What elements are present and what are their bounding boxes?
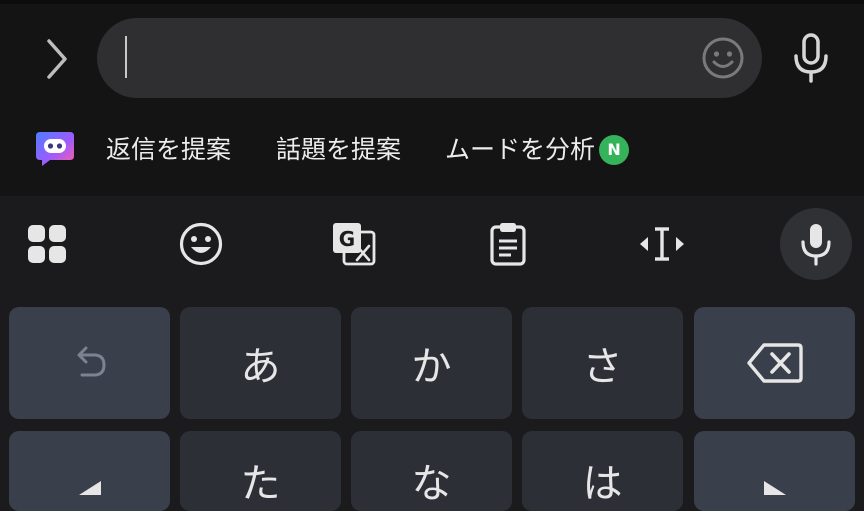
cursor-left-key[interactable] — [9, 431, 170, 511]
clipboard-icon — [490, 223, 526, 266]
message-input[interactable] — [97, 18, 762, 98]
cursor-right-key[interactable] — [694, 431, 855, 511]
undo-key[interactable] — [9, 307, 170, 419]
translate-button[interactable]: G — [328, 218, 380, 270]
backspace-icon — [746, 343, 803, 383]
key-ta[interactable]: た — [180, 431, 341, 511]
mic-icon — [801, 224, 831, 266]
key-na[interactable]: な — [351, 431, 512, 511]
smiley-icon — [702, 37, 744, 79]
expand-chevron-button[interactable] — [30, 36, 82, 82]
key-ha[interactable]: は — [522, 431, 683, 511]
text-caret — [125, 36, 127, 78]
emoji-keyboard-button[interactable] — [175, 218, 227, 270]
suggest-reply-chip[interactable]: 返信を提案 — [106, 132, 231, 168]
keyboard-toolbar: G — [0, 196, 864, 292]
analyze-mood-label: ムードを分析 — [445, 135, 596, 164]
key-ka[interactable]: か — [351, 307, 512, 419]
apps-grid-button[interactable] — [21, 218, 73, 270]
undo-icon — [77, 346, 106, 377]
microphone-icon — [794, 33, 828, 83]
text-cursor-button[interactable] — [636, 218, 688, 270]
arrow-right-icon — [763, 481, 786, 495]
arrow-left-icon — [78, 481, 101, 495]
emoji-icon — [179, 222, 223, 266]
key-a[interactable]: あ — [180, 307, 341, 419]
svg-text:G: G — [339, 227, 355, 251]
ai-suggestion-bar: 返信を提案 話題を提案 ムードを分析 N — [0, 118, 864, 182]
translate-icon: G — [333, 223, 376, 266]
keyboard-mic-button[interactable] — [780, 208, 852, 280]
text-cursor-icon — [640, 227, 684, 261]
analyze-mood-chip[interactable]: ムードを分析 N — [445, 132, 630, 168]
suggest-topic-chip[interactable]: 話題を提案 — [276, 132, 401, 168]
new-badge: N — [599, 135, 630, 165]
ai-assistant-icon[interactable] — [34, 128, 76, 168]
key-sa[interactable]: さ — [522, 307, 683, 419]
app-input-area: 返信を提案 話題を提案 ムードを分析 N — [0, 0, 864, 196]
chevron-right-icon — [47, 39, 67, 79]
top-edge — [0, 0, 864, 4]
clipboard-button[interactable] — [482, 218, 534, 270]
emoji-button[interactable] — [700, 35, 746, 81]
voice-input-button[interactable] — [786, 30, 836, 86]
apps-grid-icon — [28, 225, 66, 263]
backspace-key[interactable] — [694, 307, 855, 419]
